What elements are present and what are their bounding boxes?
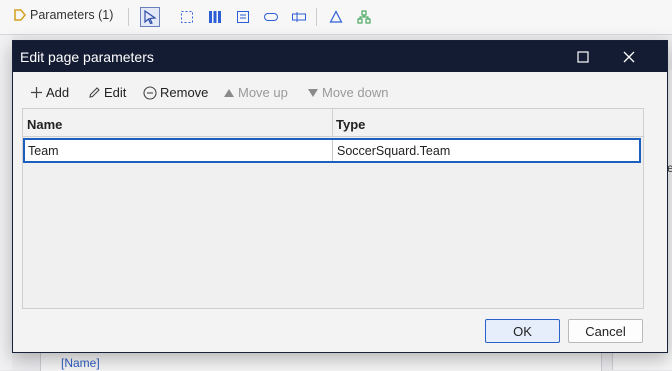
ok-button[interactable]: OK <box>485 319 560 343</box>
hierarchy-tool-icon[interactable] <box>354 7 374 27</box>
column-header-type[interactable]: Type <box>336 117 365 132</box>
app-toolbar: Parameters (1) <box>0 0 672 35</box>
parameters-tab-label: Parameters (1) <box>30 8 114 22</box>
move-up-button[interactable]: Move up <box>223 85 288 100</box>
row-type-cell[interactable]: SoccerSquard.Team <box>337 144 450 158</box>
column-header-name[interactable]: Name <box>27 117 62 132</box>
move-down-label: Move down <box>322 85 389 100</box>
move-up-label: Move up <box>238 85 288 100</box>
grid-header: Name Type <box>23 109 643 137</box>
triangle-up-icon <box>224 88 234 97</box>
shape-tool-icon[interactable] <box>326 7 346 27</box>
edit-label: Edit <box>104 85 127 100</box>
tag-icon <box>14 9 26 21</box>
plus-icon <box>31 87 42 98</box>
selection-tool-icon[interactable] <box>177 7 197 27</box>
edit-page-parameters-dialog: Edit page parameters Add Edit Remove Mov… <box>12 40 668 353</box>
move-down-button[interactable]: Move down <box>307 85 388 100</box>
minus-circle-icon <box>143 85 157 100</box>
dialog-toolbar: Add Edit Remove Move up Move down <box>13 81 667 105</box>
name-binding-label: [Name] <box>61 356 100 370</box>
add-label: Add <box>46 85 70 100</box>
toolbar-separator <box>128 8 129 26</box>
table-row[interactable]: Team SoccerSquard.Team <box>23 138 641 163</box>
columns-tool-icon[interactable] <box>205 7 225 27</box>
button-tool-icon[interactable] <box>261 7 281 27</box>
remove-button[interactable]: Remove <box>143 85 208 100</box>
triangle-down-icon <box>308 88 318 97</box>
cell-divider <box>332 140 333 161</box>
dialog-titlebar[interactable]: Edit page parameters <box>13 41 667 72</box>
column-divider[interactable] <box>332 109 333 136</box>
form-tool-icon[interactable] <box>233 7 253 27</box>
input-tool-icon[interactable] <box>289 7 309 27</box>
pencil-icon <box>89 87 100 98</box>
close-icon[interactable] <box>618 46 640 68</box>
add-button[interactable]: Add <box>30 85 69 100</box>
toolbar-separator <box>316 8 317 26</box>
pointer-tool-icon[interactable] <box>140 7 160 27</box>
row-name-cell[interactable]: Team <box>28 144 59 158</box>
maximize-icon[interactable] <box>572 46 594 68</box>
dialog-title: Edit page parameters <box>20 49 154 65</box>
cancel-button[interactable]: Cancel <box>568 319 643 343</box>
parameters-tab[interactable]: Parameters (1) <box>14 8 113 22</box>
remove-label: Remove <box>160 85 209 100</box>
parameters-grid: Name Type Team SoccerSquard.Team <box>22 108 644 309</box>
edit-button[interactable]: Edit <box>88 85 126 100</box>
